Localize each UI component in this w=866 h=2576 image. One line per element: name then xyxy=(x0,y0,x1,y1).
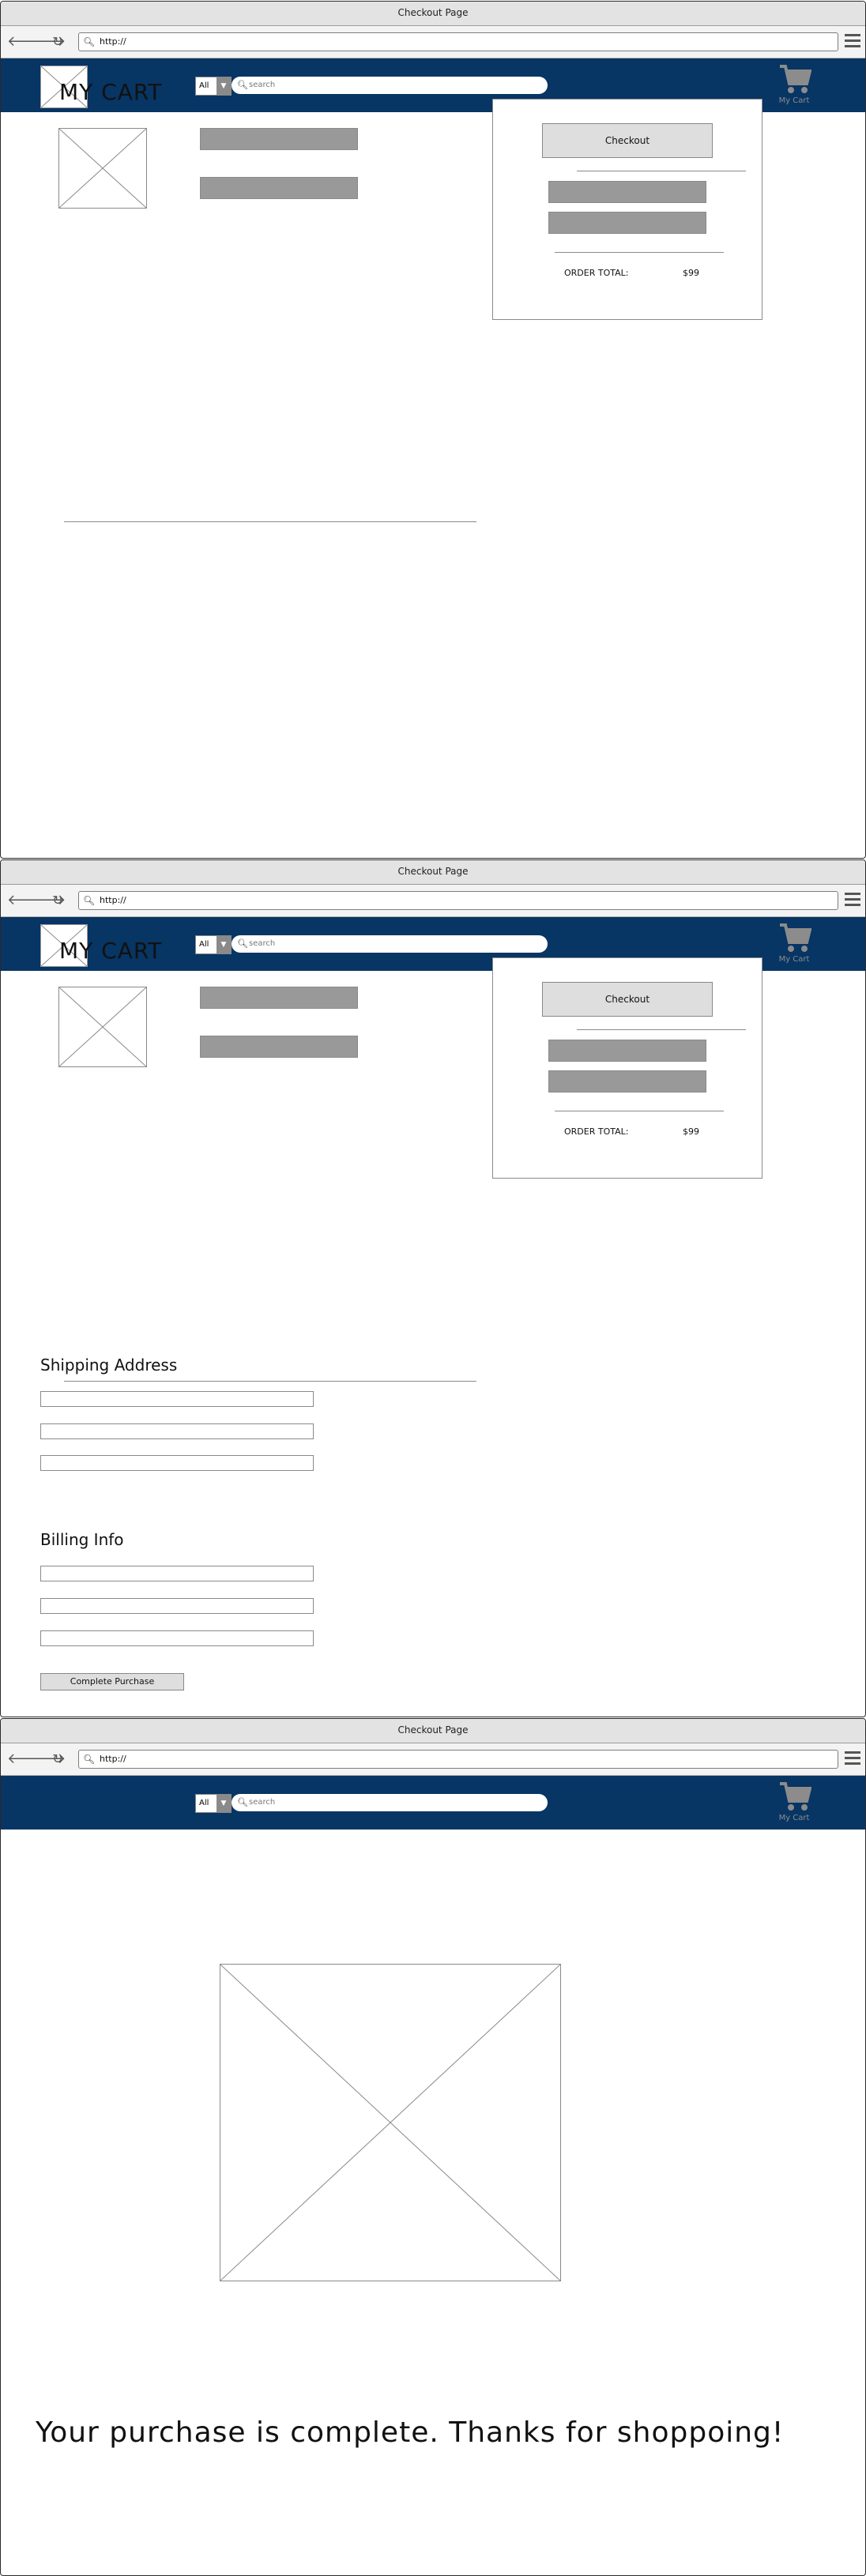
product-image xyxy=(58,987,147,1067)
address-bar[interactable]: 🔍︎ http:// xyxy=(78,32,838,51)
hamburger-menu-icon[interactable] xyxy=(845,893,860,907)
chevron-down-icon: ▼ xyxy=(216,1795,231,1812)
url-row: 🡐 🡒 ↻ 🔍︎ http:// xyxy=(1,1743,865,1776)
browser-window-checkout: Checkout Page 🡐 🡒 ↻ 🔍︎ http:// All ▼ 🔍︎ … xyxy=(0,859,866,1717)
address-text: http:// xyxy=(100,895,126,905)
page-title: MY CART xyxy=(59,938,163,964)
search-placeholder: search xyxy=(249,1798,276,1807)
forward-arrow-icon[interactable]: 🡒 xyxy=(28,1751,66,1767)
product-image xyxy=(58,128,147,209)
back-arrow-icon[interactable]: 🡐 xyxy=(7,34,45,50)
subtotal-placeholder xyxy=(548,181,706,203)
order-total-value: $99 xyxy=(683,1126,699,1137)
product-name-placeholder xyxy=(200,128,358,150)
search-input[interactable]: 🔍︎ search xyxy=(232,935,548,953)
chevron-down-icon: ▼ xyxy=(216,936,231,953)
summary-divider xyxy=(555,252,724,253)
url-row: 🡐 🡒 ↻ 🔍︎ http:// xyxy=(1,885,865,917)
cart-button[interactable]: My Cart xyxy=(770,1781,818,1826)
search-input[interactable]: 🔍︎ search xyxy=(232,77,548,94)
window-title: Checkout Page xyxy=(1,1719,865,1743)
hamburger-menu-icon[interactable] xyxy=(845,1751,860,1766)
app-header: All ▼ 🔍︎ search My Cart xyxy=(1,1776,865,1830)
search-icon: 🔍︎ xyxy=(237,938,248,949)
hamburger-menu-icon[interactable] xyxy=(845,34,860,48)
product-price-placeholder xyxy=(200,1036,358,1058)
search-icon: 🔍︎ xyxy=(83,1754,96,1765)
url-row: 🡐 🡒 ↻ 🔍︎ http:// xyxy=(1,26,865,58)
billing-cvv-field[interactable] xyxy=(40,1630,314,1646)
reload-icon[interactable]: ↻ xyxy=(50,34,66,50)
shipping-heading: Shipping Address xyxy=(40,1356,178,1374)
window-title: Checkout Page xyxy=(1,2,865,26)
checkout-button[interactable]: Checkout xyxy=(542,982,713,1017)
shipping-address-line2-field[interactable] xyxy=(40,1423,314,1439)
browser-window-confirmation: Checkout Page 🡐 🡒 ↻ 🔍︎ http:// All ▼ 🔍︎ … xyxy=(0,1718,866,2576)
address-text: http:// xyxy=(100,36,126,47)
order-total-label: ORDER TOTAL: xyxy=(564,268,629,278)
cart-icon xyxy=(780,1782,811,1811)
product-price-placeholder xyxy=(200,177,358,199)
forward-arrow-icon[interactable]: 🡒 xyxy=(28,34,66,50)
category-select[interactable]: All ▼ xyxy=(195,77,232,96)
reload-icon[interactable]: ↻ xyxy=(50,893,66,908)
confirmation-image xyxy=(220,1964,561,2281)
shipping-city-field[interactable] xyxy=(40,1455,314,1471)
billing-heading: Billing Info xyxy=(40,1530,124,1549)
summary-divider xyxy=(577,1029,746,1030)
chevron-down-icon: ▼ xyxy=(216,77,231,95)
search-icon: 🔍︎ xyxy=(83,895,96,906)
forward-arrow-icon[interactable]: 🡒 xyxy=(28,893,66,908)
cart-button[interactable]: My Cart xyxy=(770,63,818,109)
reload-icon[interactable]: ↻ xyxy=(50,1751,66,1767)
cart-icon xyxy=(780,65,811,93)
shipping-address-line1-field[interactable] xyxy=(40,1391,314,1407)
back-arrow-icon[interactable]: 🡐 xyxy=(7,893,45,908)
billing-expiry-field[interactable] xyxy=(40,1598,314,1614)
order-total-value: $99 xyxy=(683,268,699,278)
tax-placeholder xyxy=(548,212,706,234)
search-placeholder: search xyxy=(249,81,276,89)
search-icon: 🔍︎ xyxy=(237,80,248,90)
search-icon: 🔍︎ xyxy=(237,1797,248,1807)
product-name-placeholder xyxy=(200,987,358,1009)
confirmation-message: Your purchase is complete. Thanks for sh… xyxy=(36,2416,785,2449)
back-arrow-icon[interactable]: 🡐 xyxy=(7,1751,45,1767)
order-summary: Checkout ORDER TOTAL: $99 xyxy=(492,957,762,1179)
subtotal-placeholder xyxy=(548,1040,706,1062)
page-title: MY CART xyxy=(59,79,163,105)
complete-purchase-button[interactable]: Complete Purchase xyxy=(40,1673,184,1690)
order-total-label: ORDER TOTAL: xyxy=(564,1126,629,1137)
window-title: Checkout Page xyxy=(1,860,865,885)
search-placeholder: search xyxy=(249,939,276,948)
category-select[interactable]: All ▼ xyxy=(195,935,232,954)
section-divider xyxy=(64,1381,476,1382)
search-icon: 🔍︎ xyxy=(83,36,96,47)
section-divider xyxy=(64,521,476,522)
search-input[interactable]: 🔍︎ search xyxy=(232,1794,548,1811)
order-summary: Checkout ORDER TOTAL: $99 xyxy=(492,99,762,320)
billing-card-number-field[interactable] xyxy=(40,1566,314,1581)
browser-window-cart: Checkout Page 🡐 🡒 ↻ 🔍︎ http:// All ▼ 🔍︎ … xyxy=(0,1,866,859)
tax-placeholder xyxy=(548,1070,706,1092)
category-select[interactable]: All ▼ xyxy=(195,1794,232,1813)
address-bar[interactable]: 🔍︎ http:// xyxy=(78,891,838,910)
checkout-button[interactable]: Checkout xyxy=(542,123,713,158)
cart-button[interactable]: My Cart xyxy=(770,922,818,968)
address-bar[interactable]: 🔍︎ http:// xyxy=(78,1750,838,1769)
address-text: http:// xyxy=(100,1754,126,1764)
cart-icon xyxy=(780,923,811,952)
